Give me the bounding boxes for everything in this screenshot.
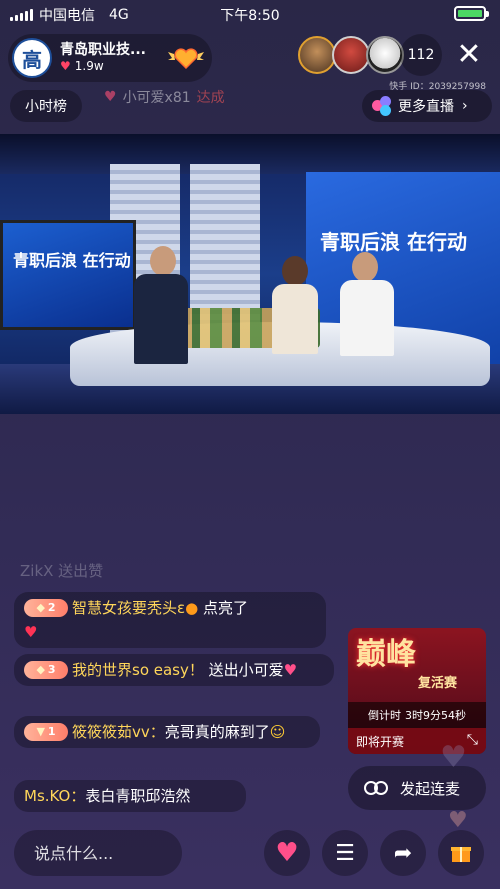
- orange-emoji-icon: ●: [185, 599, 199, 617]
- battery-icon: [454, 6, 489, 21]
- chat-username: 我的世界so easy！: [72, 661, 204, 679]
- heart-gift-icon: ♥: [283, 661, 298, 679]
- presenter-body: [340, 280, 394, 356]
- more-live-label: 更多直播: [398, 99, 454, 115]
- host-likes-count: 1.9w: [74, 59, 104, 73]
- share-icon[interactable]: ➦: [380, 830, 426, 876]
- viewer-avatar[interactable]: [298, 36, 336, 74]
- menu-icon[interactable]: ☰: [322, 830, 368, 876]
- expand-icon[interactable]: ⤡: [467, 732, 478, 748]
- link-icon: [364, 779, 390, 797]
- gem-icon: ◆: [36, 663, 45, 676]
- chat-message[interactable]: ◆ 3 我的世界so easy！ 送出小可爱♥: [14, 654, 334, 686]
- chat-message[interactable]: ▼ 1 筱筱筱茹vv：亮哥真的麻到了☺: [14, 716, 320, 748]
- chevron-right-icon: ›: [462, 98, 468, 114]
- studio-screen-left: 青职后浪 在行动: [0, 220, 136, 330]
- winged-heart-icon: [168, 48, 204, 70]
- level-badge: ▼ 1: [24, 723, 68, 741]
- presenter-body: [134, 274, 188, 364]
- start-co-host-label: 发起连麦: [400, 779, 461, 798]
- viewer-count[interactable]: 112: [400, 34, 442, 76]
- follow-heart-button[interactable]: [166, 44, 206, 72]
- host-name[interactable]: 青岛职业技...: [60, 39, 146, 59]
- heart-emoji-icon: ♥: [24, 623, 38, 641]
- live-video[interactable]: 青职后浪 在行动 青职后浪 在行动: [0, 134, 500, 414]
- level-number: 3: [47, 663, 56, 676]
- promo-countdown: 倒计时 3时9分54秒: [348, 702, 486, 728]
- host-avatar[interactable]: 高: [12, 38, 52, 78]
- level-number: 2: [47, 601, 56, 614]
- gift-notice-user: 小可爱x81: [122, 90, 191, 106]
- screen-left-title: 青职后浪 在行动: [13, 251, 131, 270]
- comment-input[interactable]: [14, 830, 182, 876]
- promo-countdown-value: 3时9分54秒: [405, 709, 466, 722]
- promo-title: 巅峰: [356, 637, 416, 672]
- hour-rank-button[interactable]: 小时榜: [10, 90, 82, 122]
- promo-subtitle: 复活赛: [418, 676, 458, 691]
- viewer-avatar[interactable]: [332, 36, 370, 74]
- level-badge: ◆ 3: [24, 661, 68, 679]
- gift-notice-status: 达成: [196, 90, 225, 106]
- chat-username: Ms.KO：: [24, 787, 86, 805]
- presenter-head: [150, 246, 176, 276]
- presenter-head: [352, 252, 378, 282]
- viewer-avatars[interactable]: [298, 36, 404, 74]
- gem-icon: ▼: [36, 725, 45, 738]
- host-info[interactable]: 高 青岛职业技... ♥ 1.9w: [8, 34, 212, 82]
- host-likes: ♥ 1.9w: [60, 59, 104, 73]
- heart-icon: ♥: [104, 89, 117, 105]
- presenter-head: [282, 256, 308, 286]
- like-heart-button[interactable]: ♥: [264, 830, 310, 876]
- chat-text: 表白青职邱浩然: [85, 787, 191, 805]
- gem-icon: ◆: [36, 601, 45, 614]
- floating-heart-icon: ♥: [440, 740, 467, 775]
- gift-box-icon: [451, 847, 471, 862]
- more-live-icon: [372, 96, 392, 116]
- promo-countdown-label: 倒计时: [368, 709, 401, 722]
- chat-message[interactable]: ◆ 2 智慧女孩要秃头ε● 点亮了 ♥: [14, 592, 326, 648]
- more-live-button[interactable]: 更多直播 ›: [362, 90, 492, 122]
- screen-right-title: 青职后浪 在行动: [320, 230, 467, 254]
- viewer-avatar[interactable]: [366, 36, 404, 74]
- chat-username: 筱筱筱茹vv：: [72, 723, 165, 741]
- chat-text: 点亮了: [198, 599, 248, 617]
- heart-icon: ♥: [60, 59, 71, 73]
- chat-text: 送出小可爱: [208, 661, 284, 679]
- clock: 下午8:50: [220, 8, 280, 24]
- chat-message[interactable]: Ms.KO：表白青职邱浩然: [14, 780, 246, 812]
- chat-text: 亮哥真的麻到了: [164, 723, 270, 741]
- chat-faded-message: ZikX 送出赞: [20, 562, 104, 580]
- promo-card[interactable]: 巅峰 复活赛 倒计时 3时9分54秒 即将开赛 ⤡: [348, 628, 486, 754]
- level-number: 1: [47, 725, 56, 738]
- chat-username: 智慧女孩要秃头ε: [72, 599, 186, 617]
- gift-icon[interactable]: [438, 830, 484, 876]
- laugh-emoji-icon: ☺: [269, 723, 286, 741]
- close-icon[interactable]: ✕: [452, 38, 486, 72]
- gift-notice: ♥ 小可爱x81 达成: [104, 87, 225, 107]
- level-badge: ◆ 2: [24, 599, 68, 617]
- status-bar: 中国电信 4G 下午8:50: [0, 0, 500, 28]
- presenter-body: [272, 284, 318, 354]
